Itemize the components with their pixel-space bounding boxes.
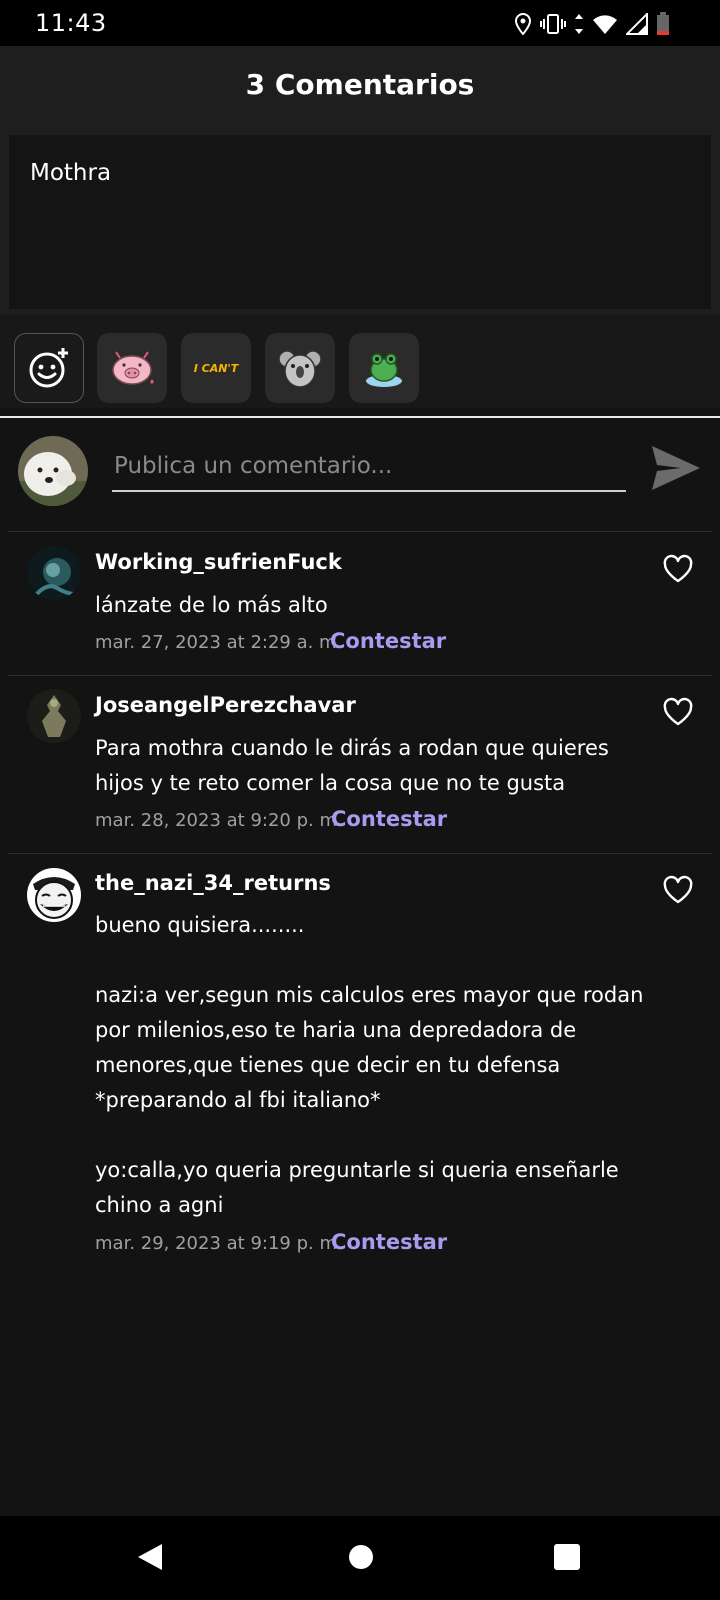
reply-button[interactable]: Contestar	[330, 629, 446, 653]
comment-date: mar. 29, 2023 at 9:19 p. m.	[95, 1233, 343, 1254]
frog-sticker[interactable]	[349, 333, 419, 403]
home-button[interactable]	[348, 1544, 374, 1574]
recents-button[interactable]	[554, 1544, 580, 1574]
home-circle-icon	[349, 1545, 373, 1569]
sticker-bar: I CAN'T	[0, 314, 720, 408]
frog-icon	[366, 353, 402, 387]
heart-icon	[663, 554, 693, 583]
comment-item: JoseangelPerezchavar Para mothra cuando …	[0, 676, 720, 852]
comment-username[interactable]: the_nazi_34_returns	[95, 871, 331, 895]
comment-text: bueno quisiera........ nazi:a ver,segun …	[95, 913, 644, 1217]
heart-icon	[663, 697, 693, 726]
heart-icon	[663, 875, 693, 904]
comment-item: the_nazi_34_returns bueno quisiera......…	[0, 854, 720, 1274]
back-triangle-icon	[138, 1544, 162, 1570]
post-content: Mothra	[9, 135, 711, 309]
comment-username[interactable]: Working_sufrienFuck	[95, 550, 342, 574]
location-icon	[514, 13, 532, 35]
reply-button[interactable]: Contestar	[331, 1230, 447, 1254]
emoji-add-icon	[29, 348, 68, 388]
status-time: 11:43	[35, 9, 107, 37]
page-title: 3 Comentarios	[245, 68, 475, 101]
send-icon	[652, 446, 700, 490]
comment-username[interactable]: JoseangelPerezchavar	[95, 693, 356, 717]
comment-text: Para mothra cuando le dirás a rodan que …	[95, 736, 609, 795]
back-button[interactable]	[136, 1542, 164, 1576]
i-cant-sticker-text: I CAN'T	[193, 361, 239, 375]
reply-button[interactable]: Contestar	[331, 807, 447, 831]
comment-date: mar. 27, 2023 at 2:29 a. m.	[95, 632, 343, 653]
comment-input[interactable]	[112, 442, 626, 492]
post-text: Mothra	[30, 160, 112, 186]
like-button[interactable]	[662, 554, 694, 584]
data-arrows-icon	[575, 14, 583, 34]
recents-square-icon	[554, 1544, 580, 1570]
wifi-icon	[593, 15, 617, 34]
avatar[interactable]	[27, 868, 81, 922]
like-button[interactable]	[662, 697, 694, 727]
emoji-picker-button[interactable]	[14, 333, 84, 403]
like-button[interactable]	[662, 875, 694, 905]
system-nav-bar	[0, 1516, 720, 1600]
comments-header: 3 Comentarios	[0, 46, 720, 132]
status-icons	[514, 11, 670, 37]
comment-item: Working_sufrienFuck lánzate de lo más al…	[0, 532, 720, 674]
avatar[interactable]	[27, 546, 81, 600]
avatar[interactable]	[27, 689, 81, 743]
pig-icon	[112, 351, 154, 385]
koala-sticker[interactable]	[265, 333, 335, 403]
comment-date: mar. 28, 2023 at 9:20 p. m.	[95, 810, 343, 831]
status-bar: 11:43	[0, 0, 720, 46]
signal-icon	[626, 13, 648, 35]
pig-sticker[interactable]	[97, 333, 167, 403]
vibrate-icon	[540, 14, 566, 34]
my-avatar	[18, 436, 88, 506]
i-cant-sticker[interactable]: I CAN'T	[181, 333, 251, 403]
send-button[interactable]	[650, 444, 702, 492]
battery-icon	[657, 12, 669, 35]
koala-icon	[278, 350, 322, 388]
comment-text: lánzate de lo más alto	[95, 593, 328, 617]
post-box: Mothra	[0, 132, 720, 314]
comment-composer	[0, 418, 720, 522]
